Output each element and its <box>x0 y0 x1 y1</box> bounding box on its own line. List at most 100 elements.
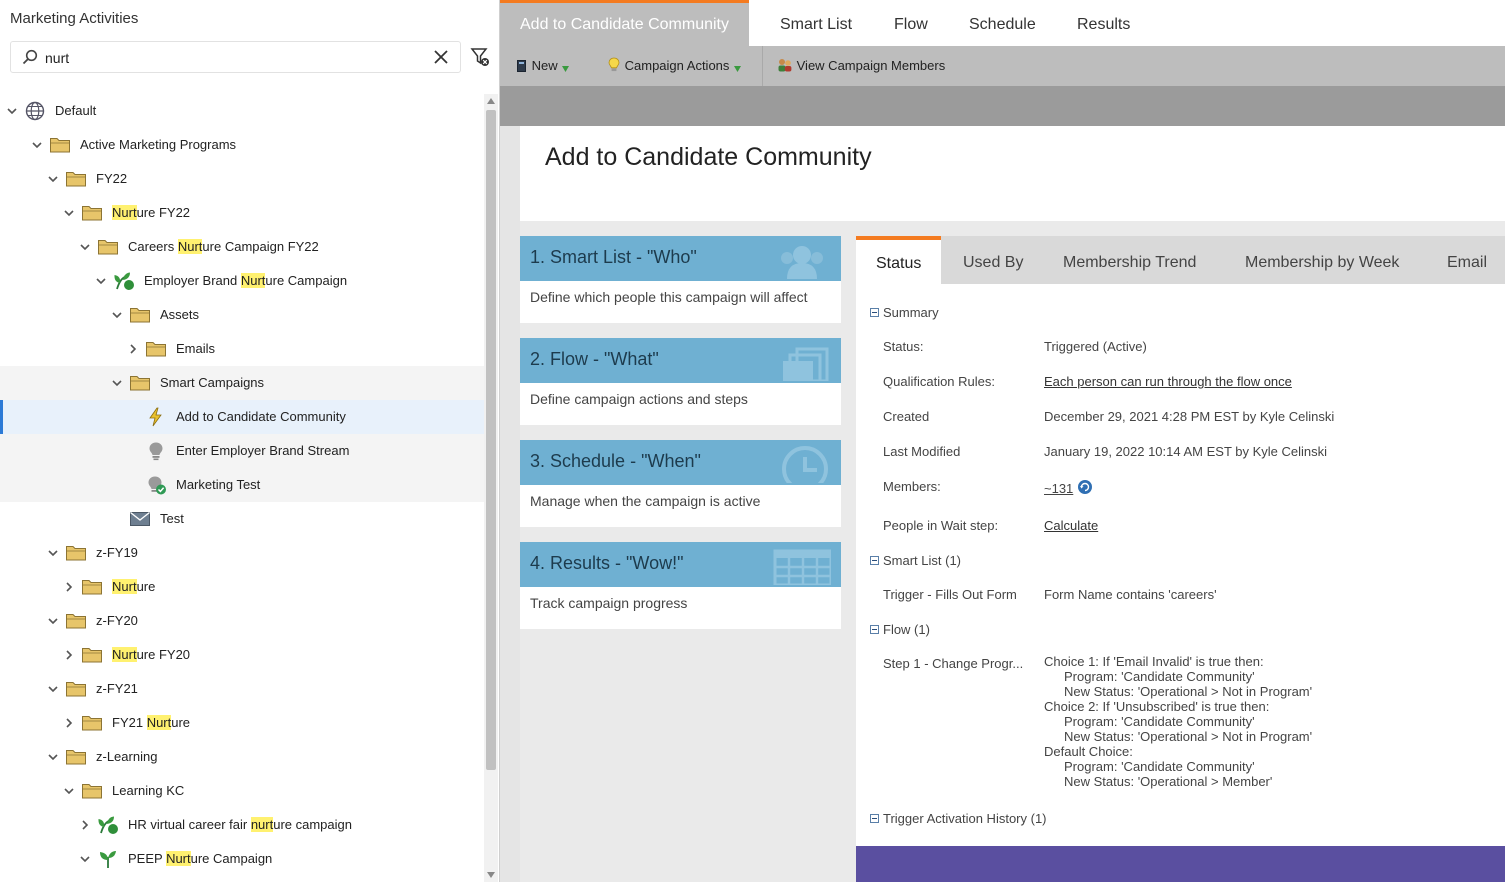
tab-smart-list[interactable]: Smart List <box>760 0 872 46</box>
tree-scrollbar[interactable] <box>484 94 498 882</box>
flow-line: Program: 'Candidate Community' <box>1064 759 1255 774</box>
chevron-right-icon[interactable] <box>63 581 75 593</box>
tree-row[interactable]: FY21 Nurture <box>0 706 484 740</box>
chevron-down-icon[interactable] <box>47 615 59 627</box>
collapse-icon <box>870 814 879 823</box>
members-link[interactable]: ~131 <box>1044 481 1073 496</box>
filter-icon[interactable] <box>470 47 490 67</box>
tree-row[interactable]: Test <box>0 502 484 536</box>
chevron-down-icon[interactable] <box>79 241 91 253</box>
tree-row[interactable]: z-FY20 <box>0 604 484 638</box>
search-input[interactable] <box>45 47 425 69</box>
chevron-down-icon[interactable] <box>95 275 107 287</box>
smart-list-section-toggle[interactable]: Smart List (1) <box>870 553 961 568</box>
detail-tabs: Status Used By Membership Trend Membersh… <box>856 236 1505 284</box>
flow-section-toggle[interactable]: Flow (1) <box>870 622 930 637</box>
scroll-thumb[interactable] <box>486 110 496 770</box>
tab-membership-by-week[interactable]: Membership by Week <box>1245 236 1399 284</box>
tree-row[interactable]: Default <box>0 94 484 128</box>
tree-label: z-Learning <box>96 749 158 764</box>
tab-results[interactable]: Results <box>1057 0 1150 46</box>
tree-label: Test <box>160 511 184 526</box>
chevron-down-icon[interactable] <box>63 785 75 797</box>
chevron-down-icon[interactable] <box>47 547 59 559</box>
tab-status[interactable]: Status <box>856 236 942 284</box>
tree-row[interactable]: Nurture <box>0 570 484 604</box>
chevron-down-icon[interactable] <box>47 683 59 695</box>
campaign-actions-button[interactable]: Campaign Actions <box>607 56 742 76</box>
refresh-icon[interactable] <box>1077 479 1093 495</box>
tree-label: z-FY20 <box>96 613 138 628</box>
tree-row[interactable]: HR virtual career fair nurture campaign <box>0 808 484 842</box>
step-schedule-card[interactable]: 3. Schedule - "When" Manage when the cam… <box>520 440 841 527</box>
step-flow-card[interactable]: 2. Flow - "What" Define campaign actions… <box>520 338 841 425</box>
tree-row[interactable]: Learning KC <box>0 774 484 808</box>
trigger-history-header: Trigger Activation History (1) <box>883 811 1047 826</box>
calculate-link[interactable]: Calculate <box>1044 518 1098 533</box>
tree-row-selected[interactable]: Add to Candidate Community <box>0 400 484 434</box>
tree-row[interactable]: Active Marketing Programs <box>0 128 484 162</box>
step-header: 1. Smart List - "Who" <box>520 236 841 281</box>
tree-label: PEEP Nurture Campaign <box>128 851 273 866</box>
chevron-down-icon[interactable] <box>6 105 18 117</box>
scroll-up-icon[interactable] <box>487 98 495 104</box>
chevron-right-icon[interactable] <box>63 649 75 661</box>
tree-row[interactable]: Smart Campaigns <box>0 366 484 400</box>
chevron-down-icon[interactable] <box>47 751 59 763</box>
tree-row[interactable]: FY22 <box>0 162 484 196</box>
chevron-right-icon[interactable] <box>79 819 91 831</box>
folder-icon <box>146 342 166 357</box>
tree-row[interactable]: Employer Brand Nurture Campaign <box>0 264 484 298</box>
table-icon <box>773 549 831 585</box>
campaign-actions-label: Campaign Actions <box>624 58 730 73</box>
chevron-down-icon[interactable] <box>79 853 91 865</box>
view-campaign-members-button[interactable]: View Campaign Members <box>777 56 945 76</box>
chevron-down-icon[interactable] <box>111 377 123 389</box>
tree-row[interactable]: Nurture FY22 <box>0 196 484 230</box>
new-button[interactable]: New <box>516 56 570 76</box>
step-results-card[interactable]: 4. Results - "Wow!" Track campaign progr… <box>520 542 841 629</box>
trigger-history-section-toggle[interactable]: Trigger Activation History (1) <box>870 811 1047 826</box>
chevron-right-icon[interactable] <box>63 717 75 729</box>
tree-row[interactable]: Enter Employer Brand Stream <box>0 434 484 468</box>
step-smart-list-card[interactable]: 1. Smart List - "Who" Define which peopl… <box>520 236 841 323</box>
close-icon[interactable] <box>432 48 450 66</box>
status-label: Status: <box>883 339 924 354</box>
chevron-down-icon[interactable] <box>63 207 75 219</box>
search-icon <box>22 49 38 65</box>
folder-icon <box>66 172 86 187</box>
flow-line: Choice 2: If 'Unsubscribed' is true then… <box>1044 699 1270 714</box>
tree-label: Emails <box>176 341 216 356</box>
tree-row[interactable]: Nurture FY20 <box>0 638 484 672</box>
tab-used-by[interactable]: Used By <box>963 236 1023 284</box>
tree-row[interactable]: Careers Nurture Campaign FY22 <box>0 230 484 264</box>
tree-row[interactable]: Marketing Test <box>0 468 484 502</box>
chevron-down-icon[interactable] <box>31 139 43 151</box>
chevron-right-icon[interactable] <box>127 343 139 355</box>
tab-email[interactable]: Email <box>1447 236 1487 284</box>
status-value: Triggered (Active) <box>1044 339 1147 354</box>
step-description: Track campaign progress <box>530 595 688 611</box>
chevron-down-icon[interactable] <box>111 309 123 321</box>
members-label: Members: <box>883 479 941 494</box>
tree-row[interactable]: z-FY21 <box>0 672 484 706</box>
tab-membership-trend[interactable]: Membership Trend <box>1063 236 1196 284</box>
email-icon <box>130 511 150 526</box>
tab-flow[interactable]: Flow <box>874 0 948 46</box>
tree-row[interactable]: Emails <box>0 332 484 366</box>
chevron-down-icon[interactable] <box>47 173 59 185</box>
tree-row[interactable]: PEEP Nurture Campaign <box>0 842 484 876</box>
tree-row[interactable]: z-Learning <box>0 740 484 774</box>
qualification-rules-link[interactable]: Each person can run through the flow onc… <box>1044 374 1292 389</box>
tab-schedule[interactable]: Schedule <box>949 0 1056 46</box>
tree-label: z-FY21 <box>96 681 138 696</box>
search-box[interactable] <box>10 41 461 73</box>
summary-section-toggle[interactable]: Summary <box>870 305 939 320</box>
tree-row[interactable]: Assets <box>0 298 484 332</box>
tree-row[interactable]: z-FY19 <box>0 536 484 570</box>
scroll-down-icon[interactable] <box>487 872 495 878</box>
main-tabs: Add to Candidate Community Smart List Fl… <box>500 0 1505 46</box>
folder-icon <box>98 240 118 255</box>
collapse-icon <box>870 625 879 634</box>
tab-campaign[interactable]: Add to Candidate Community <box>500 0 749 46</box>
